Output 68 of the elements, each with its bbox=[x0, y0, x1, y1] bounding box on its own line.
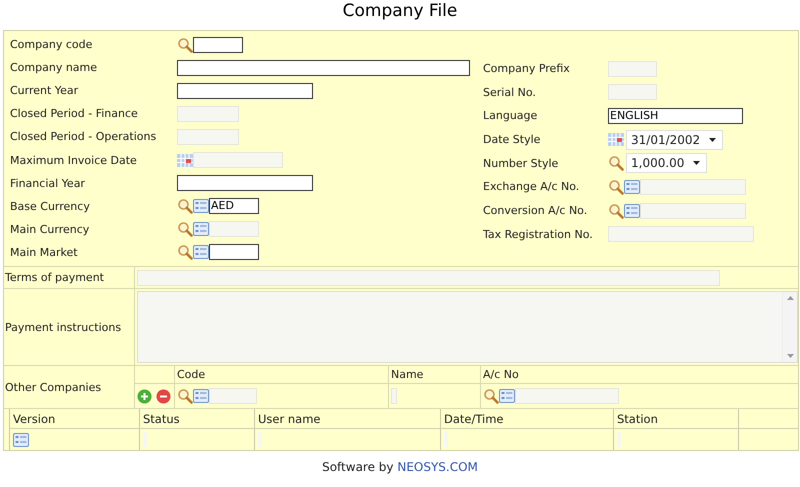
list-icon[interactable] bbox=[193, 389, 209, 403]
list-icon[interactable] bbox=[13, 432, 29, 446]
field-label: Closed Period - Finance bbox=[10, 107, 139, 120]
remove-icon[interactable] bbox=[156, 388, 171, 404]
input-field[interactable] bbox=[177, 60, 470, 76]
input-field[interactable] bbox=[177, 82, 313, 99]
field-label: Company Prefix bbox=[483, 62, 571, 76]
add-icon[interactable] bbox=[137, 388, 152, 404]
input-field[interactable] bbox=[177, 175, 313, 192]
input-field[interactable] bbox=[143, 432, 147, 447]
search-icon[interactable] bbox=[483, 388, 499, 404]
list-icon[interactable] bbox=[624, 180, 640, 194]
input-field[interactable] bbox=[258, 432, 262, 447]
field-label: Company name bbox=[10, 61, 98, 74]
search-icon[interactable] bbox=[177, 36, 193, 53]
field-label: Financial Year bbox=[10, 176, 86, 190]
caret-icon[interactable] bbox=[709, 138, 716, 142]
field-label: Main Market bbox=[10, 246, 79, 259]
column-header: User name bbox=[255, 409, 441, 428]
field-label: Payment instructions bbox=[5, 320, 122, 334]
search-icon[interactable] bbox=[177, 244, 193, 260]
field-label: Conversion A/c No. bbox=[483, 204, 588, 218]
search-icon[interactable] bbox=[608, 178, 624, 195]
field-label: Number Style bbox=[483, 156, 560, 170]
field-label: Language bbox=[483, 109, 538, 122]
column-header: Code bbox=[175, 366, 389, 383]
list-icon[interactable] bbox=[624, 204, 640, 218]
caret-icon[interactable] bbox=[693, 161, 700, 166]
field-label: Other Companies bbox=[5, 380, 102, 394]
list-icon[interactable] bbox=[193, 222, 209, 236]
list-icon[interactable] bbox=[193, 245, 209, 260]
dropdown[interactable]: 31/01/2002 bbox=[626, 130, 724, 150]
footer-link[interactable]: NEOSYS.COM bbox=[397, 460, 478, 474]
dropdown[interactable]: 1,000.00 bbox=[626, 153, 708, 174]
input-field[interactable] bbox=[444, 432, 448, 447]
field-label: Base Currency bbox=[10, 200, 91, 213]
calendar-icon[interactable] bbox=[177, 154, 193, 167]
input-field[interactable]: AED bbox=[209, 198, 259, 214]
field-label: Maximum Invoice Date bbox=[10, 154, 138, 167]
column-header: Station bbox=[614, 409, 739, 428]
search-icon[interactable] bbox=[608, 202, 624, 219]
field-label: Exchange A/c No. bbox=[483, 180, 580, 194]
field-label: Main Currency bbox=[10, 222, 90, 236]
column-header: A/c No bbox=[482, 367, 520, 383]
input-field[interactable] bbox=[617, 432, 621, 447]
calendar-icon[interactable] bbox=[608, 133, 624, 146]
search-icon[interactable] bbox=[177, 221, 193, 238]
field-label: Date Style bbox=[483, 133, 542, 146]
list-icon[interactable] bbox=[193, 199, 209, 214]
field-label: Terms of payment bbox=[5, 271, 104, 284]
footer-text: Software by bbox=[322, 460, 394, 474]
field-label: Serial No. bbox=[483, 86, 537, 99]
page-title: Company File bbox=[342, 0, 458, 23]
search-icon[interactable] bbox=[608, 155, 624, 172]
field-label: Closed Period - Operations bbox=[10, 130, 158, 144]
input-field[interactable] bbox=[209, 244, 259, 260]
field-label: Current Year bbox=[10, 84, 80, 98]
column-header: Status bbox=[140, 409, 255, 428]
search-icon[interactable] bbox=[177, 198, 193, 214]
input-field[interactable]: ENGLISH bbox=[608, 108, 743, 124]
list-icon[interactable] bbox=[499, 389, 515, 403]
input-field[interactable] bbox=[193, 36, 243, 53]
column-header: Name bbox=[389, 366, 481, 383]
field-label: Tax Registration No. bbox=[483, 228, 594, 241]
field-label: Company code bbox=[10, 38, 94, 52]
column-header: Date/Time bbox=[441, 409, 614, 428]
column-header: Version bbox=[10, 409, 140, 428]
search-icon[interactable] bbox=[177, 388, 193, 404]
